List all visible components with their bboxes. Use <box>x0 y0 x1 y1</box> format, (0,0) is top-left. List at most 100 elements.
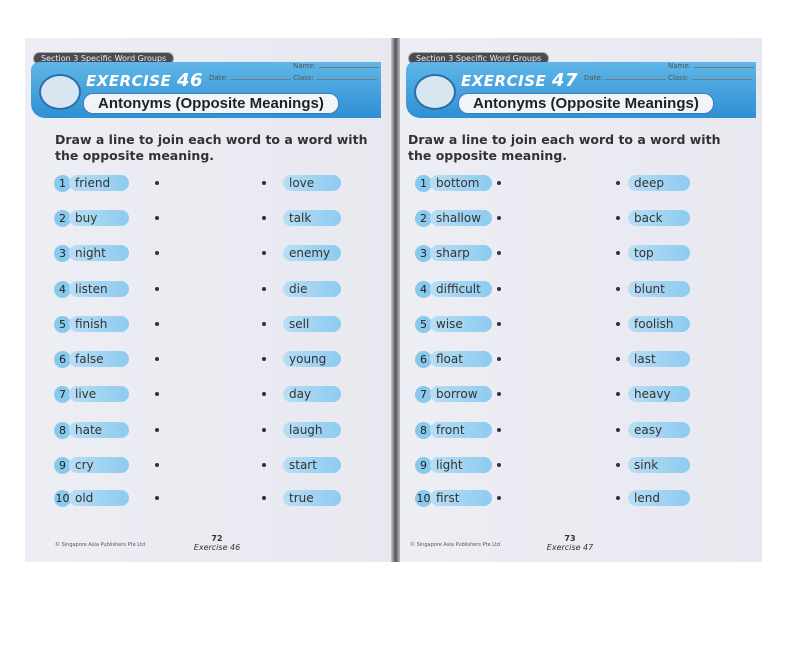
footer-exercise: Exercise 46 <box>193 543 241 552</box>
right-word: lend <box>628 490 690 506</box>
right-connect-dot[interactable] <box>616 428 620 432</box>
page-number: 72 <box>211 534 223 543</box>
right-connect-dot[interactable] <box>616 392 620 396</box>
class-field[interactable]: Class: <box>668 74 752 82</box>
name-label: Name: <box>668 62 692 70</box>
right-connect-dot[interactable] <box>616 496 620 500</box>
mascot-icon <box>39 74 81 110</box>
open-workbook: Section 3 Specific Word Groups EXERCISE … <box>25 38 762 562</box>
left-word: first <box>430 490 492 506</box>
right-connect-dot[interactable] <box>616 322 620 326</box>
book-spine <box>391 38 400 562</box>
right-connect-dot[interactable] <box>616 251 620 255</box>
right-word: day <box>283 386 341 402</box>
right-word: last <box>628 351 690 367</box>
exercise-title: Antonyms (Opposite Meanings) <box>458 93 714 114</box>
left-connect-dot[interactable] <box>497 496 501 500</box>
right-connect-dot[interactable] <box>616 463 620 467</box>
instruction: Draw a line to join each word to a word … <box>408 132 721 163</box>
left-connect-dot[interactable] <box>155 496 159 500</box>
left-connect-dot[interactable] <box>155 357 159 361</box>
left-word: listen <box>69 281 129 297</box>
right-connect-dot[interactable] <box>262 251 266 255</box>
left-connect-dot[interactable] <box>497 463 501 467</box>
right-connect-dot[interactable] <box>262 287 266 291</box>
right-connect-dot[interactable] <box>262 428 266 432</box>
class-field[interactable]: Class: <box>293 74 377 82</box>
left-connect-dot[interactable] <box>155 428 159 432</box>
right-connect-dot[interactable] <box>262 392 266 396</box>
left-connect-dot[interactable] <box>155 463 159 467</box>
left-connect-dot[interactable] <box>155 216 159 220</box>
right-word: back <box>628 210 690 226</box>
right-word: top <box>628 245 690 261</box>
left-word: old <box>69 490 129 506</box>
exercise-title: Antonyms (Opposite Meanings) <box>83 93 339 114</box>
right-word: easy <box>628 422 690 438</box>
right-word: die <box>283 281 341 297</box>
right-connect-dot[interactable] <box>616 287 620 291</box>
left-connect-dot[interactable] <box>155 181 159 185</box>
exercise-banner: EXERCISE 46 Date: Name: Class: Antonyms … <box>31 62 381 118</box>
left-word: false <box>69 351 129 367</box>
right-word: heavy <box>628 386 690 402</box>
left-connect-dot[interactable] <box>497 216 501 220</box>
right-word: talk <box>283 210 341 226</box>
name-field[interactable]: Name: <box>668 62 755 70</box>
right-word: love <box>283 175 341 191</box>
left-word: live <box>69 386 129 402</box>
left-connect-dot[interactable] <box>497 428 501 432</box>
date-field[interactable]: Date: <box>584 74 667 82</box>
left-word: wise <box>430 316 492 332</box>
right-connect-dot[interactable] <box>616 216 620 220</box>
date-label: Date: <box>584 74 604 82</box>
right-word: laugh <box>283 422 341 438</box>
right-connect-dot[interactable] <box>616 181 620 185</box>
left-word: buy <box>69 210 129 226</box>
class-label: Class: <box>293 74 314 82</box>
left-connect-dot[interactable] <box>155 322 159 326</box>
left-connect-dot[interactable] <box>497 181 501 185</box>
name-label: Name: <box>293 62 317 70</box>
left-connect-dot[interactable] <box>155 251 159 255</box>
right-word: blunt <box>628 281 690 297</box>
mascot-icon <box>414 74 456 110</box>
left-word: difficult <box>430 281 492 297</box>
page-footer: 73 Exercise 47 <box>540 534 600 552</box>
right-connect-dot[interactable] <box>616 357 620 361</box>
right-connect-dot[interactable] <box>262 357 266 361</box>
left-connect-dot[interactable] <box>497 357 501 361</box>
right-page: Section 3 Specific Word Groups EXERCISE … <box>400 38 762 562</box>
date-field[interactable]: Date: <box>209 74 292 82</box>
exercise-number: 46 <box>176 70 204 91</box>
left-word: shallow <box>430 210 492 226</box>
right-connect-dot[interactable] <box>262 322 266 326</box>
left-word: hate <box>69 422 129 438</box>
right-connect-dot[interactable] <box>262 216 266 220</box>
right-word: enemy <box>283 245 341 261</box>
left-word: finish <box>69 316 129 332</box>
left-connect-dot[interactable] <box>155 392 159 396</box>
left-page: Section 3 Specific Word Groups EXERCISE … <box>25 38 393 562</box>
left-connect-dot[interactable] <box>155 287 159 291</box>
exercise-number: 47 <box>551 70 579 91</box>
left-connect-dot[interactable] <box>497 287 501 291</box>
left-connect-dot[interactable] <box>497 322 501 326</box>
right-word: true <box>283 490 341 506</box>
right-word: deep <box>628 175 690 191</box>
left-word: front <box>430 422 492 438</box>
left-word: friend <box>69 175 129 191</box>
name-field[interactable]: Name: <box>293 62 380 70</box>
right-connect-dot[interactable] <box>262 496 266 500</box>
exercise-heading: EXERCISE 46 <box>86 70 203 91</box>
exercise-label: EXERCISE <box>461 72 547 90</box>
left-word: cry <box>69 457 129 473</box>
left-connect-dot[interactable] <box>497 392 501 396</box>
right-connect-dot[interactable] <box>262 181 266 185</box>
right-word: foolish <box>628 316 690 332</box>
copyright: © Singapore Asia Publishers Pte Ltd <box>410 542 501 548</box>
left-connect-dot[interactable] <box>497 251 501 255</box>
right-connect-dot[interactable] <box>262 463 266 467</box>
instruction: Draw a line to join each word to a word … <box>55 132 368 163</box>
right-word: sink <box>628 457 690 473</box>
